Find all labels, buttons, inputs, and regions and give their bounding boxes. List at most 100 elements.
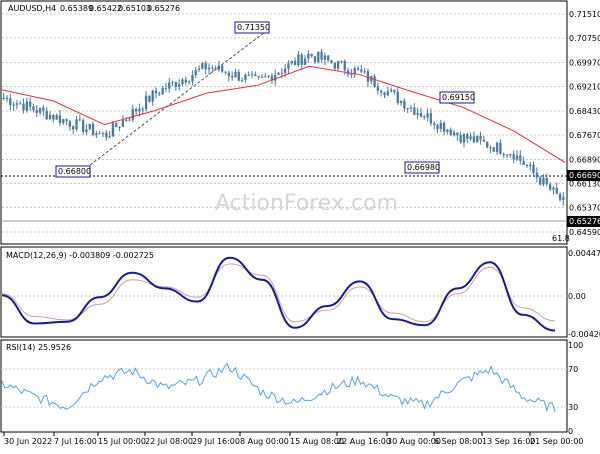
candle-body [419, 113, 423, 117]
x-tick-label: 8 Aug 00:00 [240, 437, 289, 446]
candle-body [62, 119, 65, 124]
candle-body [181, 79, 184, 85]
candle-body [555, 187, 558, 194]
candle-body [525, 164, 529, 167]
rsi-tick-30: 30 [568, 403, 578, 412]
macd-tick-zero: 0.00 [568, 292, 586, 301]
candle-body [333, 62, 336, 69]
pivot-label-0.66800: 0.66800 [55, 165, 91, 178]
pivot-label-0.71350: 0.71350 [234, 21, 270, 34]
candle-body [399, 100, 403, 103]
candle-body [409, 107, 413, 109]
macd-tick-top: 0.004478 [568, 249, 600, 258]
candle-body [184, 79, 187, 83]
chart-root: AUDUSD,H4 0.65389 0.65422 0.65103 0.6527… [0, 0, 600, 450]
candle-body [171, 82, 174, 84]
candle-body [303, 58, 307, 65]
candle-body [423, 116, 426, 118]
watermark: ActionForex.com [215, 191, 398, 216]
svg-text:0.71350: 0.71350 [237, 23, 270, 32]
candle-body [350, 73, 353, 75]
candle-body [406, 107, 409, 109]
candle-body [48, 115, 52, 120]
price-header-symbol: AUDUSD,H4 [8, 4, 56, 13]
candle-body [512, 154, 515, 160]
candle-body [373, 76, 376, 87]
candle-body [58, 115, 62, 124]
svg-text:0.66800: 0.66800 [58, 167, 91, 176]
candle-body [197, 68, 201, 70]
candle-body [472, 136, 476, 143]
candle-body [254, 74, 257, 76]
candle-body [403, 100, 406, 109]
candle-body [317, 51, 320, 62]
candle-body [158, 93, 161, 95]
price-tick-label: 0.65370 [569, 203, 600, 212]
candle-body [515, 155, 519, 160]
candle-body [98, 132, 101, 134]
candle-body [343, 61, 346, 71]
svg-text:0.65276: 0.65276 [569, 217, 600, 226]
x-axis-ticks: 30 Jun 2022 7 Jul 16:00 15 Jul 00:00 22 Jul… [3, 432, 583, 446]
candle-body [131, 108, 134, 120]
rsi-tick-70: 70 [568, 365, 578, 374]
candle-body [290, 60, 293, 64]
candle-body [505, 154, 509, 156]
macd-main-line [1, 256, 556, 332]
candle-body [38, 107, 42, 113]
candle-body [562, 196, 565, 200]
candle-body [141, 108, 144, 110]
price-candles [2, 48, 565, 206]
candle-body [396, 91, 399, 103]
candle-body [111, 123, 115, 137]
x-tick-label: 29 Jul 16:00 [192, 437, 240, 446]
candle-body [244, 74, 247, 81]
candle-body [168, 82, 171, 89]
svg-text:0.69150: 0.69150 [442, 93, 475, 102]
candle-body [330, 60, 333, 63]
candle-body [91, 124, 95, 135]
pivot-label-0.66980: 0.66980 [404, 161, 440, 174]
candle-body [5, 97, 9, 99]
candle-body [509, 154, 512, 156]
candle-body [95, 133, 98, 135]
candle-body [492, 147, 495, 152]
candle-body [72, 126, 75, 130]
candle-body [134, 108, 138, 112]
candle-body [363, 71, 366, 73]
candle-body [495, 142, 499, 152]
price-tick-label: 0.69970 [569, 59, 600, 68]
candle-body [118, 126, 121, 128]
candle-body [78, 119, 81, 121]
swing-trendline [89, 31, 266, 166]
price-tag-current: 0.65276 [567, 216, 600, 227]
candle-body [221, 65, 224, 72]
candle-body [479, 135, 482, 140]
candle-body [161, 87, 164, 95]
price-tick-label: 0.71510 [569, 10, 600, 19]
candle-body [227, 72, 231, 76]
candle-body [32, 106, 35, 110]
candle-body [389, 89, 393, 92]
candle-body [436, 124, 439, 129]
candle-body [380, 90, 383, 93]
candle-body [442, 123, 446, 132]
x-tick-label: 15 Jul 00:00 [98, 437, 146, 446]
candle-body [148, 95, 151, 102]
candle-body [310, 53, 313, 57]
candle-body [545, 177, 548, 185]
candle-body [486, 141, 489, 148]
candle-body [287, 63, 290, 69]
candle-body [204, 63, 207, 70]
candle-body [22, 103, 25, 111]
candle-body [85, 129, 88, 133]
macd-panel-frame [0, 246, 568, 338]
candle-body [178, 84, 181, 87]
macd-label: MACD(12,26,9) -0.003809 -0.002725 [6, 251, 154, 260]
candle-body [237, 71, 240, 81]
candle-body [426, 113, 429, 118]
candle-body [476, 135, 479, 143]
candle-body [154, 90, 158, 94]
candle-body [502, 153, 505, 156]
candle-body [552, 187, 555, 190]
